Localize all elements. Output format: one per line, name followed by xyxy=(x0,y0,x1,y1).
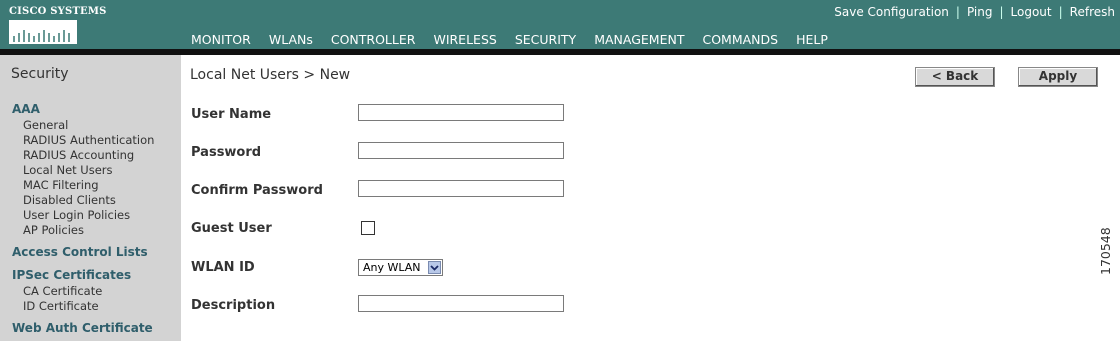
sidebar-item-ap-policies[interactable]: AP Policies xyxy=(23,223,84,237)
guest-user-label: Guest User xyxy=(191,221,272,236)
sidebar-title: Security xyxy=(11,66,69,82)
sidebar-item-mac-filtering[interactable]: MAC Filtering xyxy=(23,178,99,192)
confirm-password-input[interactable] xyxy=(358,180,564,197)
ping-link[interactable]: Ping xyxy=(967,5,993,19)
logout-link[interactable]: Logout xyxy=(1011,5,1052,19)
chevron-down-icon[interactable] xyxy=(428,261,441,274)
back-button[interactable]: < Back xyxy=(915,67,995,87)
cisco-logo: CISCO SYSTEMS xyxy=(7,6,106,46)
sidebar-item-ca-certificate[interactable]: CA Certificate xyxy=(23,284,102,298)
guest-user-checkbox[interactable] xyxy=(361,221,375,235)
wlan-id-select[interactable]: Any WLAN xyxy=(358,259,443,276)
sidebar-item-general[interactable]: General xyxy=(23,118,68,132)
sidebar: Security AAA General RADIUS Authenticati… xyxy=(0,55,181,341)
separator: | xyxy=(999,5,1004,19)
top-banner: CISCO SYSTEMS Save Configuration | Ping | Lo… xyxy=(0,0,1120,54)
sidebar-group-ipsec-certificates[interactable]: IPSec Certificates xyxy=(12,268,131,282)
page-title: Local Net Users > New xyxy=(190,67,351,83)
description-input[interactable] xyxy=(358,295,564,312)
cisco-bridge-logo-icon xyxy=(9,20,77,44)
sidebar-item-local-net-users[interactable]: Local Net Users xyxy=(23,163,113,177)
figure-id: 170548 xyxy=(1098,227,1113,275)
sidebar-item-radius-accounting[interactable]: RADIUS Accounting xyxy=(23,148,134,162)
sidebar-group-access-control-lists[interactable]: Access Control Lists xyxy=(12,245,148,259)
password-input[interactable] xyxy=(358,142,564,159)
save-configuration-link[interactable]: Save Configuration xyxy=(834,5,949,19)
user-name-label: User Name xyxy=(191,107,272,122)
sidebar-item-radius-authentication[interactable]: RADIUS Authentication xyxy=(23,133,154,147)
wlan-id-selected-value: Any WLAN xyxy=(363,261,421,274)
user-name-input[interactable] xyxy=(358,104,564,121)
separator: | xyxy=(955,5,960,19)
sidebar-group-aaa[interactable]: AAA xyxy=(12,102,40,116)
main-nav: MONITOR WLANs CONTROLLER WIRELESS SECURITY MA… xyxy=(182,31,837,54)
logo-text: CISCO SYSTEMS xyxy=(9,6,107,17)
password-label: Password xyxy=(191,145,262,160)
apply-button[interactable]: Apply xyxy=(1018,67,1098,87)
separator: | xyxy=(1058,5,1063,19)
sidebar-group-web-auth-certificate[interactable]: Web Auth Certificate xyxy=(12,321,153,335)
utility-links: Save Configuration | Ping | Logout | Refresh xyxy=(834,5,1115,19)
sidebar-item-id-certificate[interactable]: ID Certificate xyxy=(23,299,99,313)
refresh-link[interactable]: Refresh xyxy=(1070,5,1115,19)
confirm-password-label: Confirm Password xyxy=(191,183,323,198)
description-label: Description xyxy=(191,298,276,313)
sidebar-item-user-login-policies[interactable]: User Login Policies xyxy=(23,208,130,222)
wlan-id-label: WLAN ID xyxy=(191,260,255,275)
sidebar-item-disabled-clients[interactable]: Disabled Clients xyxy=(23,193,116,207)
